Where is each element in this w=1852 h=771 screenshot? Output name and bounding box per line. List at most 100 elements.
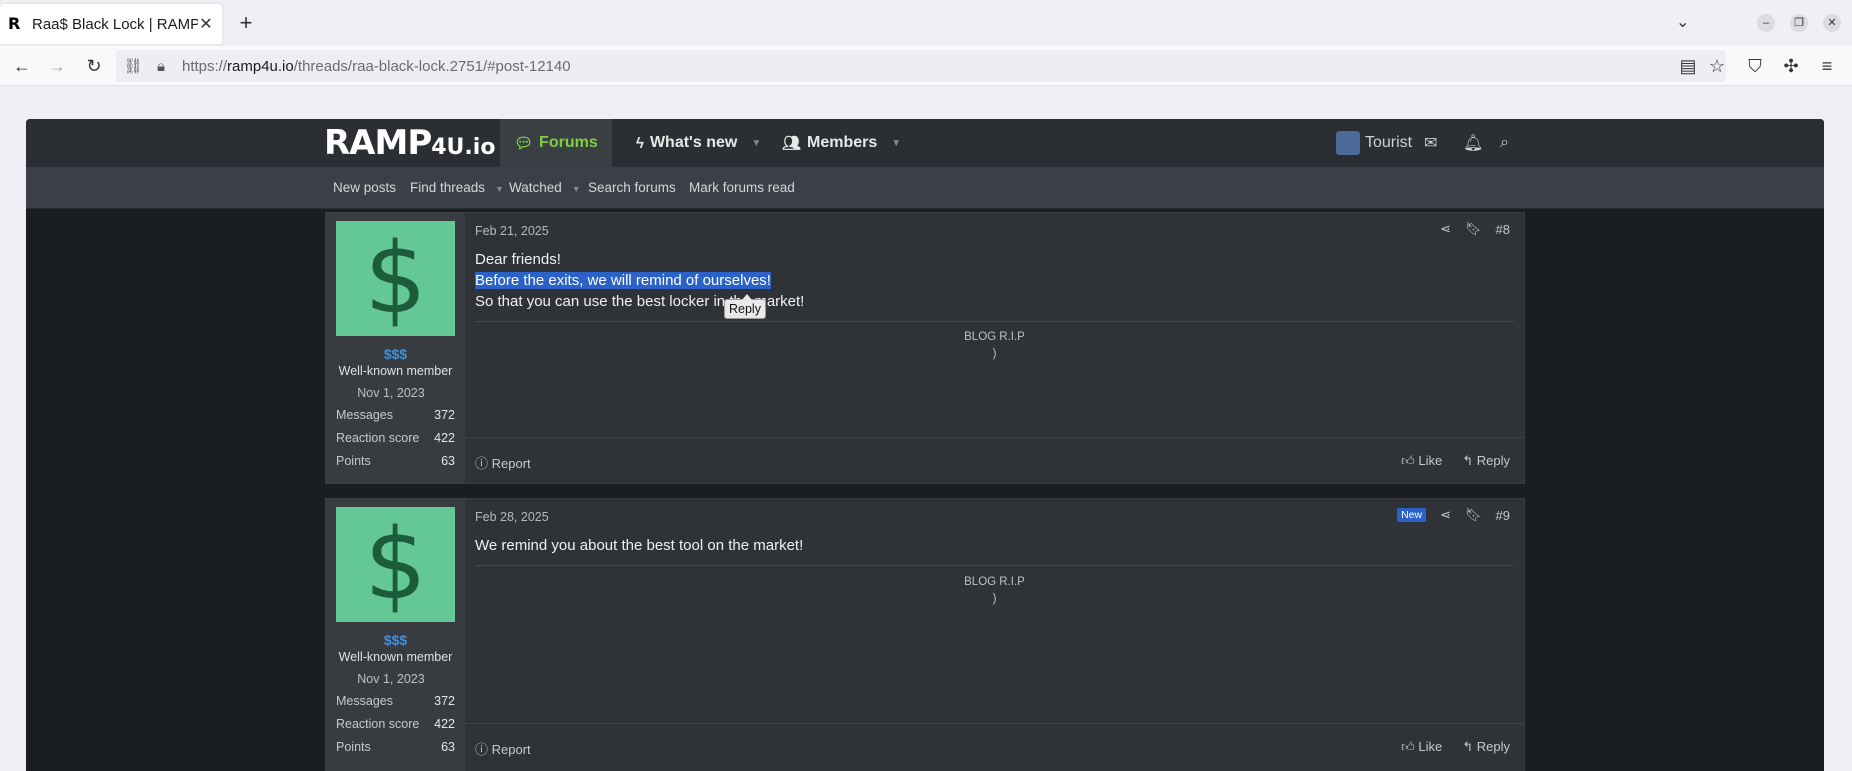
signature-divider [475, 321, 1514, 322]
url-prefix: https:// [182, 57, 228, 75]
reply-label: Reply [1476, 453, 1510, 468]
post-footer-actions: 👍︎ Like ↰ Reply [1381, 739, 1510, 755]
share-icon[interactable]: ⋖ [1440, 507, 1451, 523]
browser-tabbar: R Raa$ Black Lock | RAMP ✕ + ⌄ – ❐ ✕ [0, 0, 1852, 46]
bookmark-icon[interactable]: 🔖︎ [1465, 221, 1482, 237]
signature-line: ) [992, 348, 997, 360]
reply-tooltip[interactable]: Reply [724, 294, 766, 319]
extensions-icon[interactable]: ✣ [1779, 54, 1803, 78]
tab-list-chevron-icon[interactable]: ⌄ [1676, 12, 1689, 32]
reply-icon: ↰ [1462, 739, 1474, 754]
post-date[interactable]: Feb 28, 2025 [475, 510, 549, 524]
reader-view-icon[interactable]: ▤ [1676, 54, 1700, 78]
bolt-icon: ϟ [636, 134, 644, 152]
share-icon[interactable]: ⋖ [1440, 221, 1451, 237]
subnav-watched[interactable]: Watched ▼ [509, 167, 581, 209]
bookmark-star-icon[interactable]: ☆ [1705, 54, 1729, 78]
post-user-panel: $ $$$ Well-known member Nov 1, 2023 Mess… [326, 499, 465, 771]
user-menu[interactable]: Tourist [1336, 119, 1412, 167]
nav-forums-label: Forums [539, 134, 598, 151]
inbox-icon[interactable]: ✉ [1424, 119, 1437, 167]
post-line: Dear friends! [475, 251, 561, 268]
report-label: Report [491, 456, 531, 471]
avatar[interactable]: $ [336, 507, 455, 622]
menu-icon[interactable]: ≡ [1815, 54, 1839, 78]
site-favicon-icon: R [8, 14, 21, 33]
post-main: Feb 21, 2025 ⋖ 🔖︎ #8 Dear friends! Befor… [465, 213, 1524, 483]
report-button[interactable]: ⓘ Report [475, 739, 531, 758]
forum-page: RAMP4U.io 💬︎ Forums ϟ What's new ▼ 👥︎ Me… [26, 119, 1824, 771]
like-button[interactable]: 👍︎ Like [1401, 739, 1442, 755]
post-main: Feb 28, 2025 New ⋖ 🔖︎ #9 We remind you a… [465, 499, 1524, 771]
nav-members[interactable]: 👥︎ Members ▼ [768, 119, 915, 167]
site-header: RAMP4U.io 💬︎ Forums ϟ What's new ▼ 👥︎ Me… [26, 119, 1824, 167]
nav-members-label: Members [807, 134, 878, 151]
post-actions: ⋖ 🔖︎ #8 [1426, 221, 1510, 237]
lock-icon[interactable]: 🔒︎ [150, 58, 172, 75]
post-actions: New ⋖ 🔖︎ #9 [1383, 507, 1510, 523]
bookmark-icon[interactable]: 🔖︎ [1465, 507, 1482, 523]
stat-label: Reaction score [336, 431, 420, 445]
find-threads-label: Find threads [410, 180, 486, 195]
forums-icon: 💬︎ [514, 135, 534, 152]
reload-icon[interactable]: ↻ [82, 54, 106, 78]
restore-icon[interactable]: ❐ [1790, 14, 1808, 32]
sub-navigation: New posts Find threads ▼ Watched ▼ Search … [26, 167, 1824, 209]
username-label: Tourist [1365, 134, 1413, 151]
stat-value: 63 [441, 454, 455, 468]
subnav-search-forums[interactable]: Search forums [588, 167, 676, 209]
nav-forums[interactable]: 💬︎ Forums [500, 119, 612, 167]
stat-label: Messages [336, 694, 393, 708]
post-number[interactable]: #9 [1496, 508, 1510, 523]
stat-reaction-score: Reaction score 422 [336, 717, 455, 731]
subnav-find-threads[interactable]: Find threads ▼ [410, 167, 504, 209]
signature: BLOG R.I.P ) [465, 574, 1524, 608]
post-number[interactable]: #8 [1496, 222, 1510, 237]
nav-whats-new[interactable]: ϟ What's new ▼ [622, 119, 775, 167]
avatar[interactable]: $ [336, 221, 455, 336]
stat-value: 372 [434, 694, 455, 708]
reply-button[interactable]: ↰ Reply [1462, 739, 1510, 755]
minimize-icon[interactable]: – [1757, 14, 1775, 32]
stat-reaction-score: Reaction score 422 [336, 431, 455, 445]
stat-value: 422 [434, 431, 455, 445]
url-text[interactable]: https://ramp4u.io/threads/raa-black-lock… [182, 58, 571, 75]
back-icon[interactable]: ← [10, 54, 34, 78]
chevron-down-icon[interactable]: ▼ [751, 138, 761, 149]
stat-messages: Messages 372 [336, 408, 455, 422]
stat-label: Points [336, 454, 371, 468]
report-label: Report [491, 742, 531, 757]
post-username[interactable]: $$$ [326, 632, 465, 648]
reply-label: Reply [1476, 739, 1510, 754]
post-8: $ $$$ Well-known member Nov 1, 2023 Mess… [325, 212, 1525, 484]
nav-whats-new-label: What's new [649, 134, 738, 151]
forward-icon[interactable]: → [45, 54, 69, 78]
chevron-down-icon[interactable]: ▼ [572, 184, 581, 194]
stat-messages: Messages 372 [336, 694, 455, 708]
close-tab-icon[interactable]: ✕ [198, 14, 214, 34]
close-window-icon[interactable]: ✕ [1823, 14, 1841, 32]
site-logo[interactable]: RAMP4U.io [324, 123, 495, 168]
report-icon: ⓘ [475, 742, 489, 757]
chevron-down-icon[interactable]: ▼ [891, 138, 901, 149]
post-date[interactable]: Feb 21, 2025 [475, 224, 549, 238]
like-button[interactable]: 👍︎ Like [1401, 453, 1442, 469]
report-button[interactable]: ⓘ Report [475, 453, 531, 472]
thumbs-up-icon: 👍︎ [1401, 453, 1415, 468]
subnav-mark-read[interactable]: Mark forums read [689, 167, 795, 209]
browser-tab[interactable]: R Raa$ Black Lock | RAMP ✕ [0, 4, 222, 44]
avatar [1336, 131, 1360, 155]
reply-button[interactable]: ↰ Reply [1462, 453, 1510, 469]
tracking-protection-icon[interactable]: ⛓ [122, 57, 144, 75]
bell-icon[interactable]: 🔔︎ [1463, 119, 1483, 167]
post-footer: ⓘ Report 👍︎ Like ↰ Reply [465, 437, 1524, 485]
url-bar[interactable]: ⛓ 🔒︎ https://ramp4u.io/threads/raa-black… [116, 50, 1726, 82]
search-icon[interactable]: ⌕ [1500, 119, 1509, 167]
post-username[interactable]: $$$ [326, 346, 465, 362]
chevron-down-icon[interactable]: ▼ [495, 184, 504, 194]
subnav-new-posts[interactable]: New posts [333, 167, 396, 209]
logo-main: RAMP [324, 123, 432, 163]
shield-icon[interactable]: ⛉ [1743, 54, 1767, 78]
new-tab-button[interactable]: + [232, 10, 260, 38]
post-line-selected: Before the exits, we will remind of ours… [475, 270, 804, 291]
